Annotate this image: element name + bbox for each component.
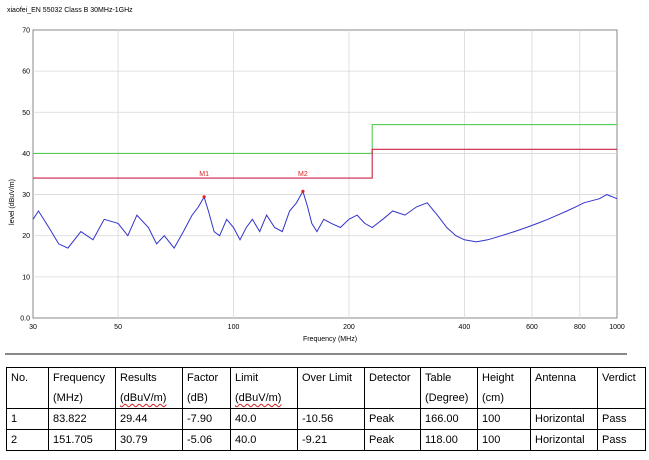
table-cell: 1 [6, 408, 49, 430]
y-tick-label: 70 [22, 28, 30, 35]
table-cell: 29.44 [115, 408, 183, 430]
header-cell: Limit [230, 367, 298, 388]
x-axis-label: Frequency (MHz) [303, 336, 357, 343]
y-tick-label: 0.0 [20, 316, 30, 323]
table-cell: 118.00 [420, 429, 478, 451]
table-cell: Pass [597, 408, 646, 430]
header-unit-cell: (dBuV/m) [115, 388, 183, 409]
header-cell: Verdict [597, 367, 646, 388]
header-cell: Height [477, 367, 531, 388]
table-header-row: No. Frequency Results Factor Limit Over Limit… [6, 367, 646, 388]
table-cell: 40.0 [230, 429, 298, 451]
header-cell: Results [115, 367, 183, 388]
header-cell: Detector [364, 367, 421, 388]
y-tick-label: 20 [22, 233, 30, 240]
table-row: 2 151.705 30.79 -5.06 40.0 -9.21 Peak 118.00 100… [6, 429, 646, 451]
header-unit-cell: (dBuV/m) [230, 388, 298, 409]
table-cell: 2 [6, 429, 49, 451]
table-cell: Pass [597, 429, 646, 451]
x-tick-label: 800 [574, 324, 586, 331]
table-cell: 30.79 [115, 429, 183, 451]
table-cell: Horizontal [530, 429, 598, 451]
table-cell: 166.00 [420, 408, 478, 430]
header-unit-cell [597, 388, 646, 409]
x-tick-label: 400 [459, 324, 471, 331]
table-cell: 40.0 [230, 408, 298, 430]
marker-point [202, 195, 206, 199]
x-tick-label: 1000 [609, 324, 625, 331]
header-unit-cell: (dB) [182, 388, 231, 409]
marker-label: M1 [199, 171, 209, 178]
emission-chart: xiaofei_EN 55032 Class B 30MHz-1GHz 0.0 1… [7, 7, 625, 343]
table-cell: -9.21 [297, 429, 365, 451]
header-cell: Factor [182, 367, 231, 388]
plot-area [32, 29, 618, 319]
header-unit-cell: (cm) [477, 388, 531, 409]
y-tick-label: 50 [22, 110, 30, 117]
table-cell: Peak [364, 429, 421, 451]
results-table: No. Frequency Results Factor Limit Over Limit… [6, 367, 646, 451]
header-cell: Over Limit [297, 367, 365, 388]
header-cell: Antenna [530, 367, 598, 388]
x-tick-label: 30 [29, 324, 37, 331]
table-row: 1 83.822 29.44 -7.90 40.0 -10.56 Peak 166.00 100… [6, 408, 646, 430]
section-divider [5, 353, 627, 355]
y-axis-label: level (dBuV/m) [9, 179, 16, 225]
y-tick-label: 10 [22, 274, 30, 281]
header-unit-cell [297, 388, 365, 409]
x-tick-label: 600 [526, 324, 538, 331]
table-cell: 100 [477, 429, 531, 451]
table-cell: -7.90 [182, 408, 231, 430]
header-cell: Frequency [48, 367, 116, 388]
marker-label: M2 [298, 171, 308, 178]
header-unit-cell: (Degree) [420, 388, 478, 409]
x-tick-label: 50 [114, 324, 122, 331]
x-tick-label: 200 [343, 324, 355, 331]
y-tick-label: 40 [22, 151, 30, 158]
header-unit-cell: (MHz) [48, 388, 116, 409]
table-cell: 151.705 [48, 429, 116, 451]
table-cell: 83.822 [48, 408, 116, 430]
header-unit-cell [364, 388, 421, 409]
table-header-units-row: (MHz) (dBuV/m) (dB) (dBuV/m) (Degree) (cm) [6, 388, 646, 409]
header-cell: No. [6, 367, 49, 388]
header-unit-cell [530, 388, 598, 409]
header-unit-text: (dBuV/m) [235, 392, 282, 404]
y-tick-label: 30 [22, 192, 30, 199]
table-cell: 100 [477, 408, 531, 430]
table-cell: Horizontal [530, 408, 598, 430]
chart-title: xiaofei_EN 55032 Class B 30MHz-1GHz [7, 7, 133, 14]
header-cell: Table [420, 367, 478, 388]
header-unit-text: (dBuV/m) [120, 392, 167, 404]
x-tick-label: 100 [228, 324, 240, 331]
table-cell: -10.56 [297, 408, 365, 430]
table-cell: -5.06 [182, 429, 231, 451]
table-cell: Peak [364, 408, 421, 430]
marker-point [301, 189, 305, 193]
y-tick-label: 60 [22, 69, 30, 76]
header-unit-cell [6, 388, 49, 409]
